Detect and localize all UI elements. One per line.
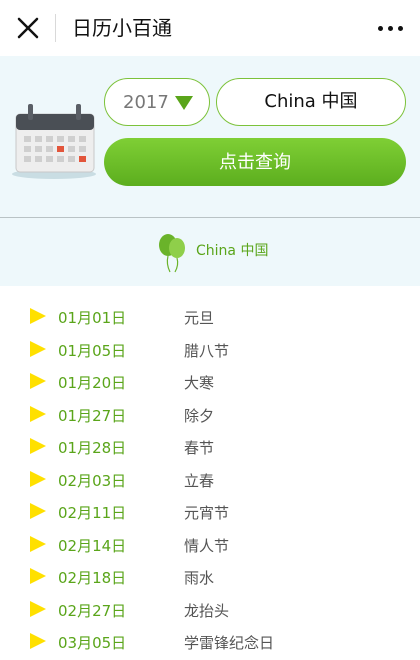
holiday-name: 元宵节: [184, 504, 230, 522]
holiday-name: 元旦: [184, 309, 215, 327]
year-value: 2017: [123, 92, 169, 113]
holiday-date: 01月28日: [58, 439, 127, 457]
holiday-name: 情人节: [184, 537, 230, 555]
holiday-list: 01月01日 元旦 01月05日 腊八节 01月20日 大寒 01月27日 除夕…: [0, 296, 420, 660]
holiday-row: 01月27日 除夕: [0, 404, 420, 436]
holiday-name: 大寒: [184, 374, 215, 392]
holiday-date: 01月01日: [58, 309, 127, 327]
holiday-date: 01月20日: [58, 374, 127, 392]
holiday-date: 02月03日: [58, 472, 127, 490]
arrow-marker-icon: [30, 373, 46, 389]
close-icon[interactable]: [14, 14, 42, 42]
top-bar: 日历小百通: [0, 0, 420, 56]
holiday-date: 03月05日: [58, 634, 127, 652]
result-country-label: China 中国: [196, 243, 269, 259]
holiday-name: 立春: [184, 472, 215, 490]
holiday-row: 01月01日 元旦: [0, 306, 420, 338]
arrow-marker-icon: [30, 406, 46, 422]
holiday-name: 龙抬头: [184, 602, 230, 620]
holiday-row: 02月18日 雨水: [0, 566, 420, 598]
topbar-divider: [55, 14, 56, 42]
holiday-name: 雨水: [184, 569, 215, 587]
query-button[interactable]: 点击查询: [104, 138, 406, 186]
arrow-marker-icon: [30, 438, 46, 454]
more-dots-icon[interactable]: [376, 16, 406, 40]
app-title: 日历小百通: [72, 16, 172, 40]
holiday-date: 02月18日: [58, 569, 127, 587]
arrow-marker-icon: [30, 568, 46, 584]
dropdown-arrow-icon: [175, 96, 193, 110]
holiday-row: 02月11日 元宵节: [0, 501, 420, 533]
holiday-name: 春节: [184, 439, 215, 457]
holiday-name: 除夕: [184, 407, 215, 425]
holiday-date: 02月14日: [58, 537, 127, 555]
holiday-row: 03月05日 学雷锋纪念日: [0, 631, 420, 660]
country-select[interactable]: China 中国: [216, 78, 406, 126]
holiday-name: 腊八节: [184, 342, 230, 360]
holiday-row: 02月14日 情人节: [0, 534, 420, 566]
arrow-marker-icon: [30, 503, 46, 519]
holiday-row: 02月03日 立春: [0, 469, 420, 501]
arrow-marker-icon: [30, 341, 46, 357]
arrow-marker-icon: [30, 601, 46, 617]
query-panel: 2017 China 中国 点击查询 China 中国: [0, 56, 420, 286]
holiday-row: 01月20日 大寒: [0, 371, 420, 403]
holiday-date: 01月27日: [58, 407, 127, 425]
divider: [0, 217, 420, 218]
holiday-row: 01月05日 腊八节: [0, 339, 420, 371]
arrow-marker-icon: [30, 536, 46, 552]
year-select[interactable]: 2017: [104, 78, 210, 126]
holiday-row: 01月28日 春节: [0, 436, 420, 468]
arrow-marker-icon: [30, 308, 46, 324]
holiday-date: 02月11日: [58, 504, 127, 522]
holiday-row: 02月27日 龙抬头: [0, 599, 420, 631]
arrow-marker-icon: [30, 471, 46, 487]
arrow-marker-icon: [30, 633, 46, 649]
calendar-icon: [10, 100, 102, 180]
balloon-icon: [156, 232, 188, 274]
holiday-date: 02月27日: [58, 602, 127, 620]
holiday-name: 学雷锋纪念日: [184, 634, 275, 652]
holiday-date: 01月05日: [58, 342, 127, 360]
